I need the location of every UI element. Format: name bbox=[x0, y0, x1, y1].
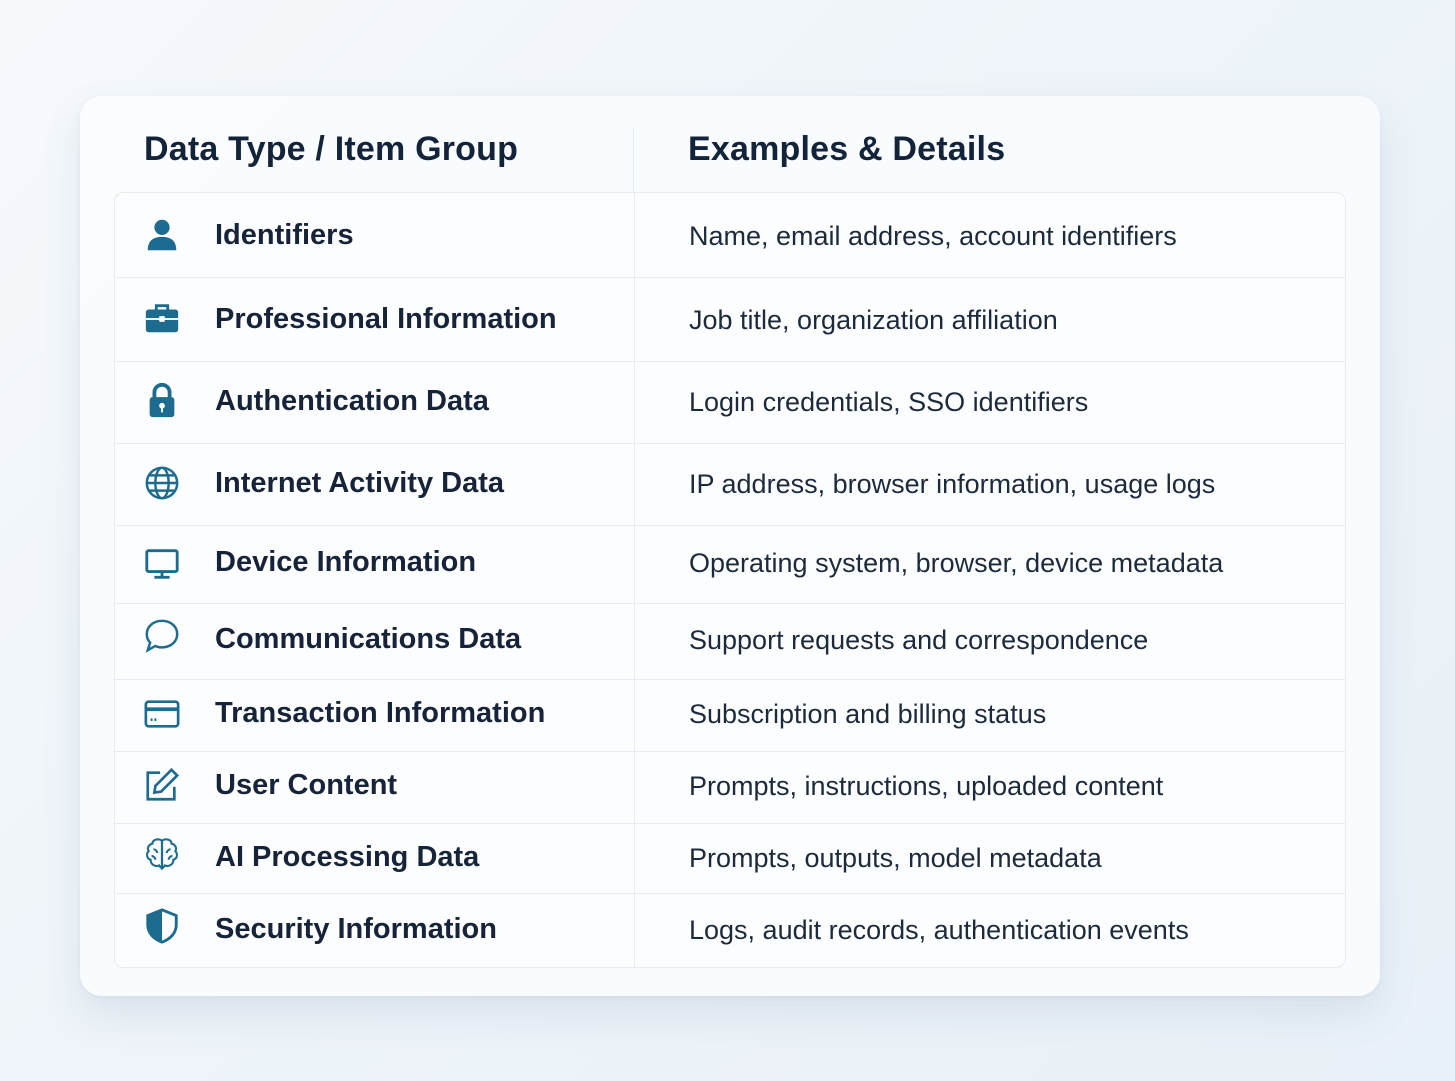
table-row: Security Information Logs, audit records… bbox=[115, 893, 1345, 967]
briefcase-icon bbox=[143, 300, 181, 338]
table-row: Device Information Operating system, bro… bbox=[115, 525, 1345, 604]
row-label: Transaction Information bbox=[215, 697, 546, 729]
row-label: Security Information bbox=[215, 913, 497, 945]
row-detail: Login credentials, SSO identifiers bbox=[689, 387, 1089, 417]
row-label: Identifiers bbox=[215, 219, 354, 251]
shield-icon bbox=[143, 907, 181, 945]
row-label: Device Information bbox=[215, 546, 477, 578]
table-header: Data Type / Item Group Examples & Detail… bbox=[80, 96, 1380, 192]
header-data-type: Data Type / Item Group bbox=[144, 130, 519, 168]
row-detail: Name, email address, account identifiers bbox=[689, 221, 1177, 251]
edit-icon bbox=[143, 766, 181, 804]
monitor-icon bbox=[143, 545, 181, 583]
row-detail: IP address, browser information, usage l… bbox=[689, 469, 1216, 499]
table-row: User Content Prompts, instructions, uplo… bbox=[115, 751, 1345, 824]
data-types-table: Identifiers Name, email address, account… bbox=[114, 192, 1346, 968]
credit-card-icon bbox=[143, 695, 181, 733]
row-label: Authentication Data bbox=[215, 385, 489, 417]
table-row: Transaction Information Subscription and… bbox=[115, 679, 1345, 752]
row-detail: Operating system, browser, device metada… bbox=[689, 548, 1224, 578]
data-types-card: Data Type / Item Group Examples & Detail… bbox=[80, 96, 1380, 996]
row-detail: Support requests and correspondence bbox=[689, 625, 1149, 655]
header-examples: Examples & Details bbox=[688, 130, 1006, 168]
row-detail: Subscription and billing status bbox=[689, 699, 1047, 729]
row-detail: Prompts, outputs, model metadata bbox=[689, 843, 1102, 873]
table-row: Authentication Data Login credentials, S… bbox=[115, 361, 1345, 444]
table-row: Professional Information Job title, orga… bbox=[115, 277, 1345, 362]
chat-bubble-icon bbox=[143, 617, 181, 655]
header-divider bbox=[633, 128, 634, 192]
table-row: AI Processing Data Prompts, outputs, mod… bbox=[115, 823, 1345, 894]
row-label: Internet Activity Data bbox=[215, 467, 504, 499]
person-icon bbox=[143, 216, 181, 254]
row-detail: Prompts, instructions, uploaded content bbox=[689, 771, 1164, 801]
table-row: Communications Data Support requests and… bbox=[115, 603, 1345, 680]
row-detail: Job title, organization affiliation bbox=[689, 305, 1058, 335]
table-row: Internet Activity Data IP address, brows… bbox=[115, 443, 1345, 526]
row-detail: Logs, audit records, authentication even… bbox=[689, 915, 1189, 945]
globe-icon bbox=[143, 464, 181, 502]
brain-icon bbox=[143, 835, 181, 873]
row-label: AI Processing Data bbox=[215, 841, 480, 873]
table-row: Identifiers Name, email address, account… bbox=[115, 193, 1345, 278]
row-label: User Content bbox=[215, 769, 398, 801]
lock-icon bbox=[143, 381, 181, 419]
row-label: Professional Information bbox=[215, 303, 557, 335]
row-label: Communications Data bbox=[215, 623, 522, 655]
